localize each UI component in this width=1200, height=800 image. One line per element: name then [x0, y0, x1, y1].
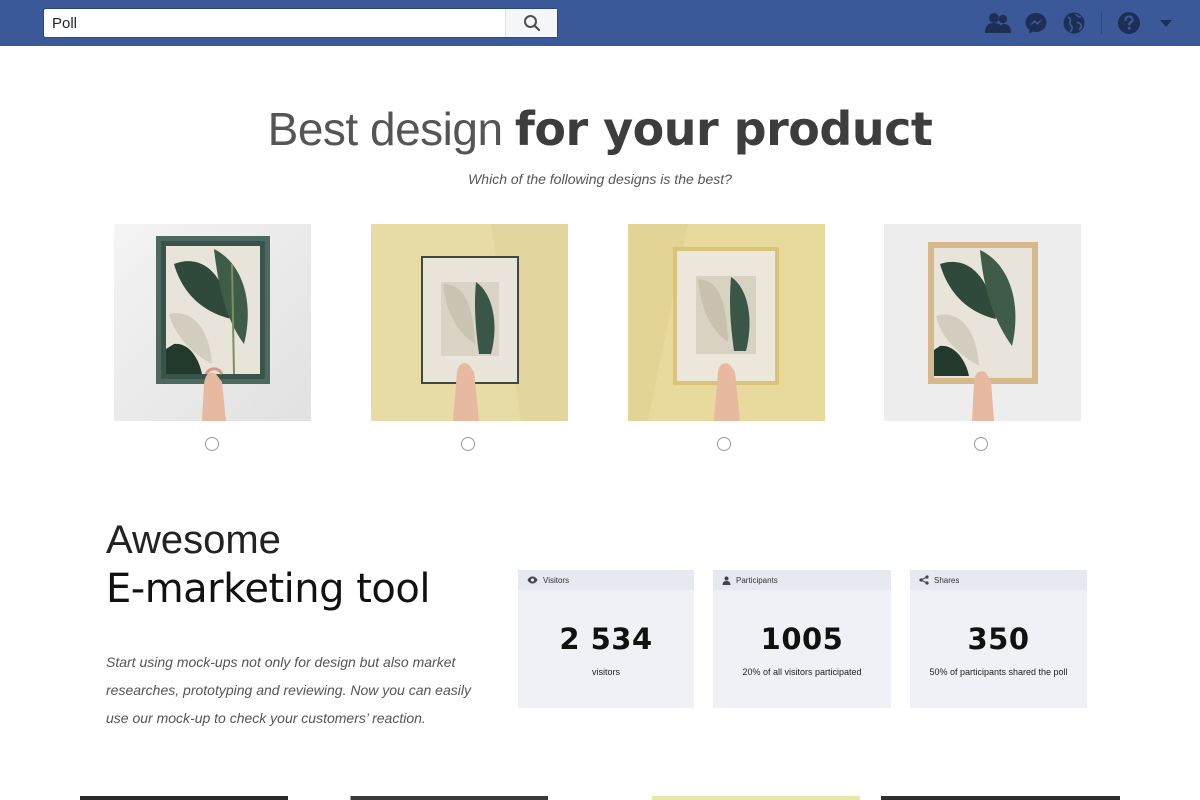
stat-card-header: Shares: [910, 570, 1087, 590]
stat-value: 1005: [760, 622, 844, 656]
stat-label: Visitors: [543, 575, 570, 585]
stat-label: Participants: [736, 575, 778, 585]
design-option-3[interactable]: [628, 224, 825, 421]
stat-card-visitors: Visitors 2 534 visitors: [518, 570, 694, 708]
friends-button[interactable]: [979, 0, 1017, 46]
stat-card-participants: Participants 1005 20% of all visitors pa…: [713, 570, 891, 708]
design-image-1: [114, 224, 311, 421]
user-icon: [722, 576, 731, 585]
stat-note: 50% of participants shared the poll: [929, 667, 1068, 677]
design-radio-2[interactable]: [461, 437, 475, 451]
page-title: Best design for your product: [0, 102, 1200, 156]
design-option-2[interactable]: [371, 224, 568, 421]
stat-note: visitors: [591, 667, 620, 677]
stat-card-shares: Shares 350 50% of participants shared th…: [910, 570, 1087, 708]
messenger-button[interactable]: [1017, 0, 1055, 46]
bottom-image-strip: [80, 796, 1120, 800]
title-light: Best design: [267, 103, 515, 155]
design-option-4[interactable]: [884, 224, 1081, 421]
marketing-heading-line2: E-marketing tool: [106, 566, 430, 612]
search-icon: [523, 15, 540, 32]
stat-label: Shares: [934, 575, 960, 585]
help-icon: [1118, 12, 1140, 34]
marketing-description: Start using mock-ups not only for design…: [106, 654, 471, 726]
design-options: [114, 224, 1082, 456]
nav-divider: [1101, 12, 1102, 34]
stat-value: 2 534: [559, 622, 653, 656]
help-button[interactable]: [1110, 0, 1148, 46]
design-radio-1[interactable]: [205, 437, 219, 451]
page-subtitle: Which of the following designs is the be…: [468, 171, 732, 187]
design-radio-4[interactable]: [974, 437, 988, 451]
share-icon: [919, 575, 929, 585]
title-bold: for your product: [514, 102, 933, 156]
notifications-button[interactable]: [1055, 0, 1093, 46]
account-menu-button[interactable]: [1148, 0, 1184, 46]
friends-icon: [985, 13, 1011, 33]
messenger-icon: [1025, 13, 1047, 34]
caret-down-icon: [1160, 20, 1172, 27]
search-box[interactable]: Poll: [43, 8, 558, 38]
design-image-3: [628, 224, 825, 421]
search-button[interactable]: [505, 9, 557, 37]
design-option-1[interactable]: [114, 224, 311, 421]
globe-icon: [1063, 12, 1085, 34]
design-radio-3[interactable]: [717, 437, 731, 451]
nav-icons: [979, 0, 1200, 46]
top-bar: Poll: [0, 0, 1200, 46]
stat-note: 20% of all visitors participated: [742, 667, 862, 677]
marketing-heading-line1: Awesome: [106, 518, 281, 562]
eye-icon: [527, 576, 538, 584]
stat-value: 350: [967, 622, 1030, 656]
stat-card-header: Participants: [713, 570, 891, 590]
design-image-2: [371, 224, 568, 421]
search-input[interactable]: Poll: [44, 15, 505, 32]
design-image-4: [884, 224, 1081, 421]
stat-card-header: Visitors: [518, 570, 694, 590]
